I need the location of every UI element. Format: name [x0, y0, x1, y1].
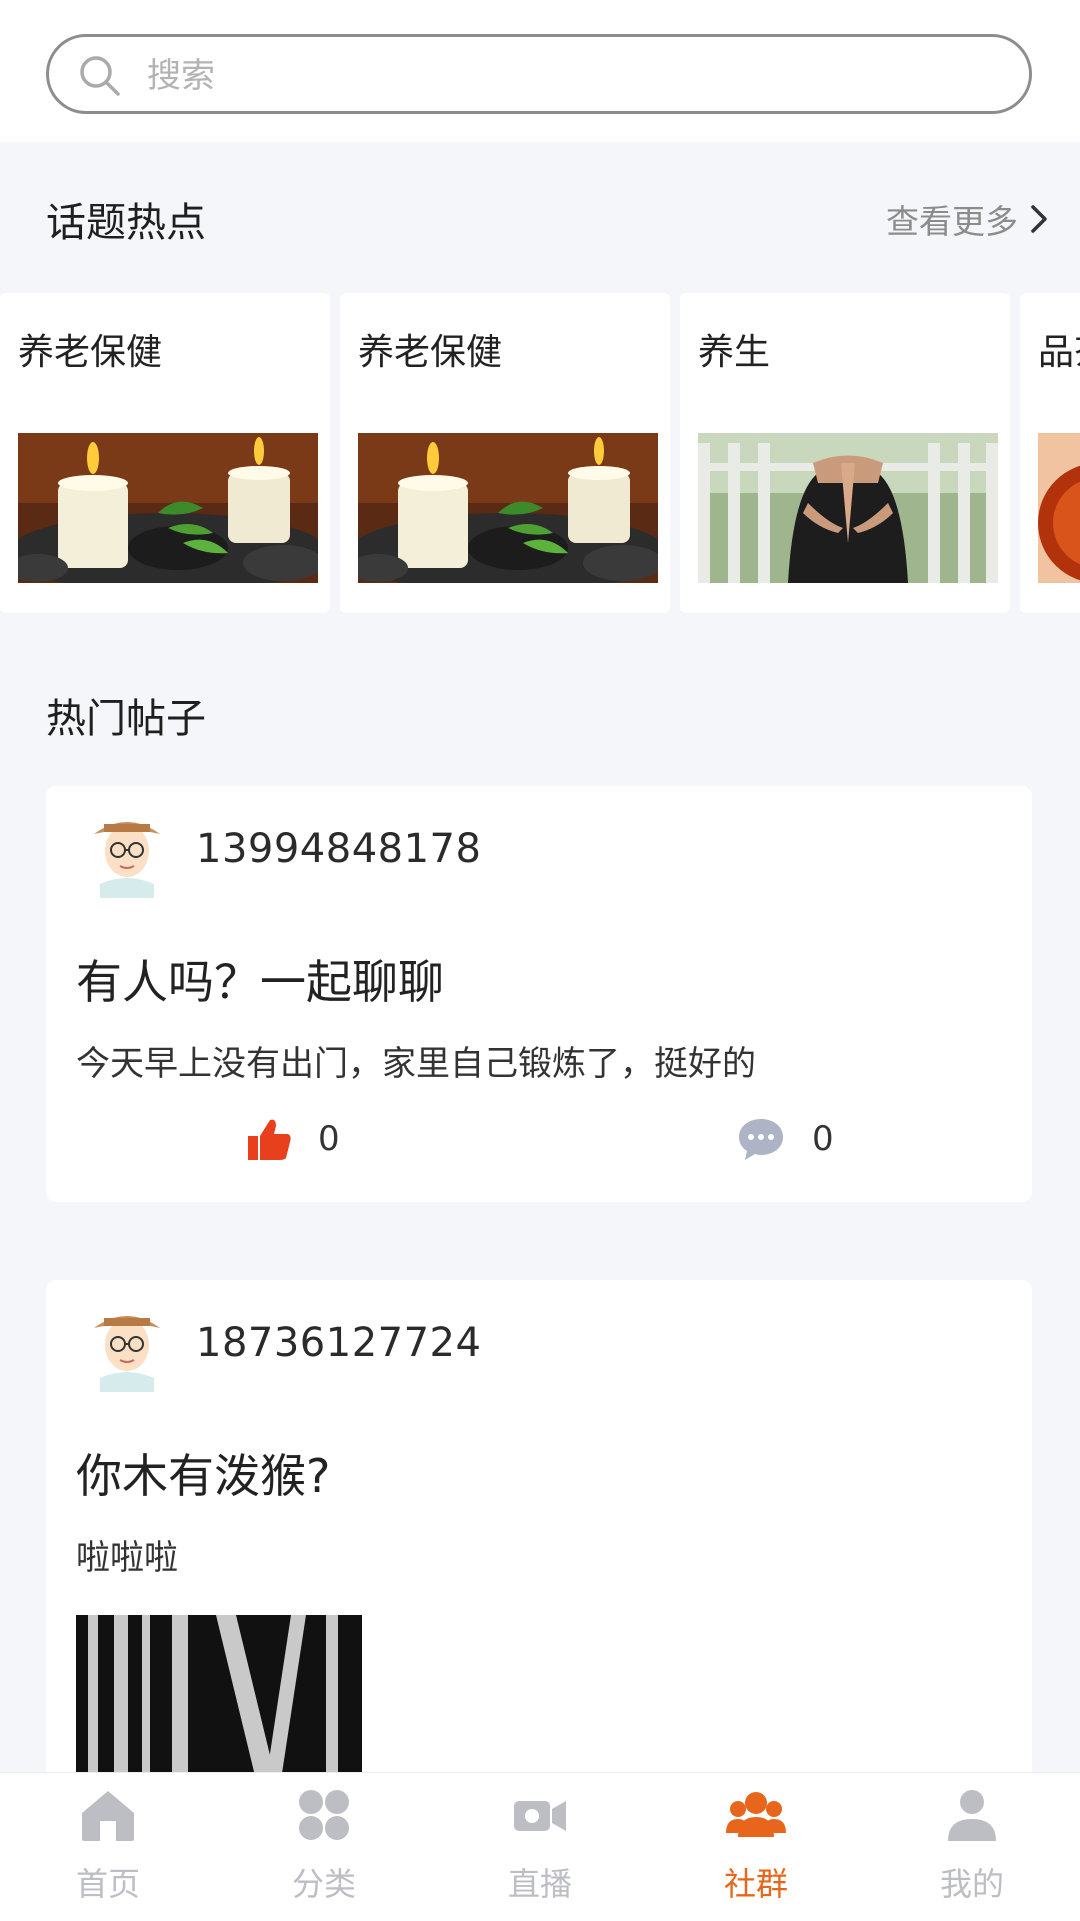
topic-label: 养老保健: [358, 332, 503, 373]
nav-label: 我的: [939, 1865, 1004, 1903]
comment-count: 0: [812, 1119, 834, 1159]
posts-section-title: 热门帖子: [46, 696, 206, 742]
post-image[interactable]: [76, 1615, 362, 1780]
search-box[interactable]: [46, 34, 1032, 114]
topic-label: 养老保健: [18, 332, 163, 373]
nav-label: 分类: [291, 1865, 356, 1903]
community-icon: [726, 1792, 786, 1837]
topic-image-candles: [18, 433, 318, 583]
post-card[interactable]: 13994848178 有人吗？一起聊聊 今天早上没有出门，家里自己锻炼了，挺好…: [46, 786, 1032, 1202]
topic-label: 品茶: [1038, 332, 1080, 373]
topic-label: 养生: [698, 332, 771, 373]
post-body: 啦啦啦: [76, 1538, 178, 1578]
topic-image-tea: [1038, 433, 1080, 583]
comment-bubble-icon: [739, 1119, 783, 1160]
topic-card[interactable]: 养老保健: [0, 293, 330, 613]
post-title: 你木有泼猴?: [76, 1449, 331, 1503]
search-icon: [80, 56, 120, 96]
search-bar-area: [0, 0, 1080, 142]
grid-icon: [299, 1790, 349, 1840]
person-icon: [948, 1790, 996, 1841]
nav-item-category[interactable]: 分类: [216, 1773, 432, 1921]
comment-button[interactable]: 0: [736, 1116, 834, 1162]
nav-item-home[interactable]: 首页: [0, 1773, 216, 1921]
video-camera-icon: [514, 1801, 566, 1831]
avatar: [94, 822, 160, 898]
like-button[interactable]: 0: [246, 1116, 340, 1162]
topic-card[interactable]: 品茶: [1020, 293, 1080, 613]
home-icon: [82, 1791, 134, 1841]
nav-item-live[interactable]: 直播: [432, 1773, 648, 1921]
view-more-link[interactable]: 查看更多: [886, 195, 1050, 243]
post-title: 有人吗？一起聊聊: [76, 955, 444, 1009]
topic-image-yoga: [698, 433, 998, 583]
chevron-right-icon: [1031, 205, 1047, 233]
view-more-label: 查看更多: [886, 202, 1018, 241]
topics-section-title: 话题热点: [46, 200, 206, 246]
post-body: 今天早上没有出门，家里自己锻炼了，挺好的: [76, 1044, 756, 1084]
topic-image-candles: [358, 433, 658, 583]
search-input[interactable]: [145, 47, 999, 105]
post-username: 13994848178: [196, 826, 482, 872]
topic-card[interactable]: 养老保健: [340, 293, 670, 613]
topic-card-strip[interactable]: 养老保健 养老保健 养生 品: [0, 293, 1080, 613]
avatar: [94, 1316, 160, 1392]
nav-label: 首页: [75, 1865, 140, 1903]
post-username: 18736127724: [196, 1320, 482, 1366]
like-count: 0: [318, 1119, 340, 1159]
nav-item-community[interactable]: 社群: [648, 1773, 864, 1921]
nav-label: 社群: [723, 1865, 788, 1903]
topic-card[interactable]: 养生: [680, 293, 1010, 613]
nav-label: 直播: [507, 1865, 572, 1903]
bottom-nav: 首页 分类 直播 社群 我的: [0, 1772, 1080, 1921]
thumbs-up-icon: [248, 1119, 291, 1160]
post-card[interactable]: 18736127724 你木有泼猴? 啦啦啦: [46, 1280, 1032, 1780]
nav-item-mine[interactable]: 我的: [864, 1773, 1080, 1921]
